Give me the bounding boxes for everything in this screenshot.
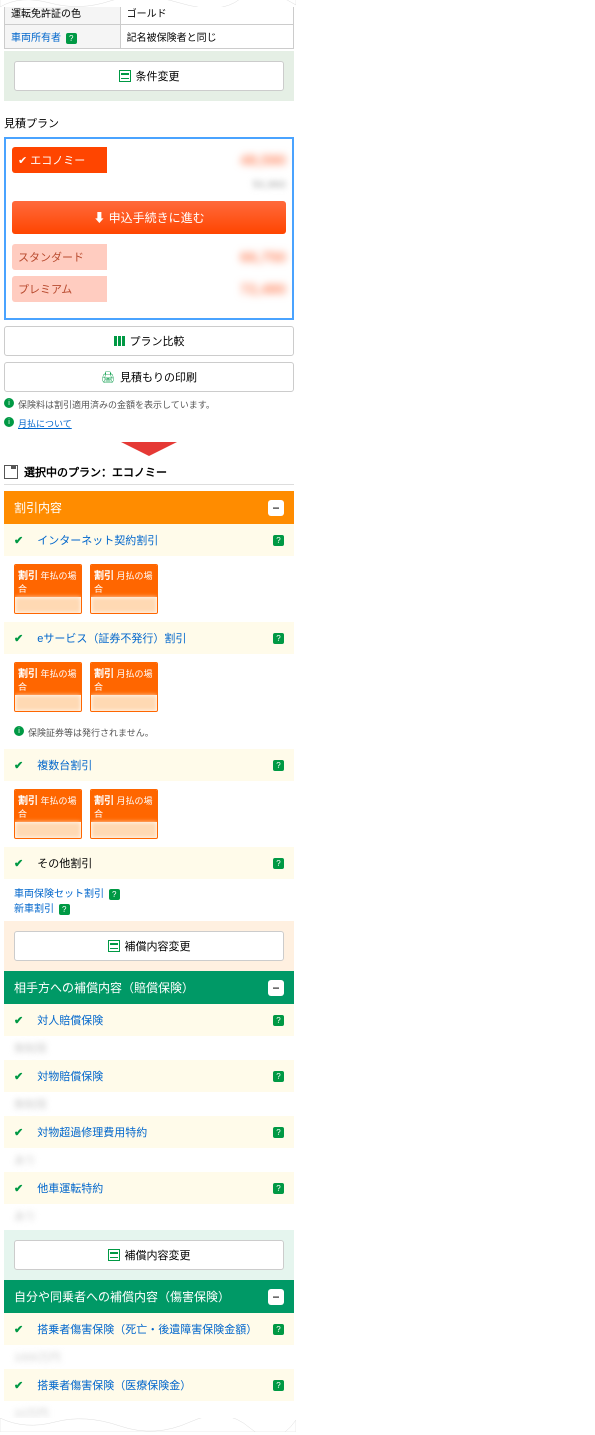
- check-icon: ✔: [14, 1126, 23, 1139]
- info-icon: i: [14, 726, 24, 736]
- newcar-discount-link[interactable]: 新車割引: [14, 904, 54, 915]
- plan-price: 48,590: [107, 152, 286, 169]
- selected-plan-label: 選択中のプラン：エコノミー: [24, 464, 167, 480]
- plan-selection-box: エコノミー 48,590 50,960 申込手続きに進む スタンダード 66,7…: [4, 137, 294, 320]
- adjust-icon: [108, 940, 120, 952]
- plan-price: 72,480: [107, 281, 286, 298]
- check-icon: ✔: [14, 632, 23, 645]
- change-coverage-button[interactable]: 補償内容変更: [14, 1240, 284, 1270]
- adjust-icon: [119, 70, 131, 82]
- help-icon[interactable]: ?: [273, 633, 284, 644]
- discount-name: その他割引: [37, 855, 92, 871]
- discount-badge-annual: 割引 年払の場合: [14, 662, 82, 712]
- liability-item[interactable]: 対物超過修理費用特約: [37, 1124, 147, 1140]
- plan-price: 66,750: [107, 249, 286, 266]
- save-icon: [4, 465, 18, 479]
- check-icon: ✔: [14, 1014, 23, 1027]
- owner-label: 車両所有者 ?: [5, 25, 121, 49]
- badge-row: 割引 年払の場合 割引 月払の場合: [4, 556, 294, 622]
- injury-item[interactable]: 搭乗者傷害保険（医療保険金）: [37, 1377, 191, 1393]
- info-icon: i: [4, 398, 14, 408]
- check-icon: ✔: [14, 1182, 23, 1195]
- help-icon[interactable]: ?: [273, 760, 284, 771]
- print-icon: [101, 371, 115, 384]
- discount-badge-monthly: 割引 月払の場合: [90, 662, 158, 712]
- help-icon[interactable]: ?: [273, 1183, 284, 1194]
- discount-name[interactable]: eサービス（証券不発行）割引: [37, 630, 186, 646]
- conditions-table: 運転免許証の色 ゴールド 車両所有者 ? 記名被保険者と同じ: [4, 0, 294, 49]
- accordion-discounts[interactable]: 割引内容−: [4, 491, 294, 524]
- plan-tab-standard[interactable]: スタンダード: [12, 244, 107, 270]
- help-icon[interactable]: ?: [109, 889, 120, 900]
- plan-subprice: 50,960: [12, 179, 286, 191]
- help-icon[interactable]: ?: [66, 33, 77, 44]
- injury-item[interactable]: 搭乗者傷害保険（死亡・後遺障害保険金額）: [37, 1321, 257, 1337]
- adjust-icon: [108, 1249, 120, 1261]
- collapse-icon: −: [268, 500, 284, 516]
- discount-name[interactable]: 複数台割引: [37, 757, 92, 773]
- discount-badge-annual: 割引 年払の場合: [14, 789, 82, 839]
- set-discount-link[interactable]: 車両保険セット割引: [14, 889, 104, 900]
- liability-item[interactable]: 対物賠償保険: [37, 1068, 103, 1084]
- help-icon[interactable]: ?: [273, 1015, 284, 1026]
- discount-badge-monthly: 割引 月払の場合: [90, 564, 158, 614]
- blur-value: 無制限: [4, 1092, 294, 1116]
- note-applied: 保険料は割引適用済みの金額を表示しています。: [18, 398, 215, 411]
- help-icon[interactable]: ?: [59, 904, 70, 915]
- help-icon[interactable]: ?: [273, 1127, 284, 1138]
- check-icon: ✔: [14, 759, 23, 772]
- discount-badge-monthly: 割引 月払の場合: [90, 789, 158, 839]
- check-icon: ✔: [14, 857, 23, 870]
- help-icon[interactable]: ?: [273, 1324, 284, 1335]
- collapse-icon: −: [268, 980, 284, 996]
- blur-value: 1000万円: [4, 1345, 294, 1369]
- check-icon: ✔: [14, 1323, 23, 1336]
- info-icon: i: [4, 417, 14, 427]
- liability-item[interactable]: 他車運転特約: [37, 1180, 103, 1196]
- blur-value: 無制限: [4, 1036, 294, 1060]
- discount-badge-annual: 割引 年払の場合: [14, 564, 82, 614]
- plan-tab-economy[interactable]: エコノミー: [12, 147, 107, 173]
- blur-value: あり: [4, 1204, 294, 1228]
- compare-button[interactable]: プラン比較: [4, 326, 294, 356]
- change-coverage-button[interactable]: 補償内容変更: [14, 931, 284, 961]
- arrow-down-icon: [121, 442, 177, 456]
- collapse-icon: −: [268, 1289, 284, 1305]
- check-icon: ✔: [14, 534, 23, 547]
- note-nocert: 保険証券等は発行されません。: [28, 726, 154, 739]
- print-button[interactable]: 見積もりの印刷: [4, 362, 294, 392]
- compare-icon: [114, 336, 125, 346]
- check-icon: ✔: [14, 1070, 23, 1083]
- table-row: 車両所有者 ? 記名被保険者と同じ: [5, 25, 294, 49]
- proceed-button[interactable]: 申込手続きに進む: [12, 201, 286, 234]
- owner-value: 記名被保険者と同じ: [120, 25, 293, 49]
- accordion-liability[interactable]: 相手方への補償内容（賠償保険）−: [4, 971, 294, 1004]
- plan-tab-premium[interactable]: プレミアム: [12, 276, 107, 302]
- help-icon[interactable]: ?: [273, 1071, 284, 1082]
- help-icon[interactable]: ?: [273, 1380, 284, 1391]
- help-icon[interactable]: ?: [273, 858, 284, 869]
- accordion-injury[interactable]: 自分や同乗者への補償内容（傷害保険）−: [4, 1280, 294, 1313]
- help-icon[interactable]: ?: [273, 535, 284, 546]
- plans-title: 見積プラン: [4, 115, 294, 131]
- check-icon: ✔: [14, 1379, 23, 1392]
- blur-value: あり: [4, 1148, 294, 1172]
- discount-name[interactable]: インターネット契約割引: [37, 532, 158, 548]
- monthly-link[interactable]: 月払について: [18, 417, 72, 430]
- change-conditions-button[interactable]: 条件変更: [14, 61, 284, 91]
- liability-item[interactable]: 対人賠償保険: [37, 1012, 103, 1028]
